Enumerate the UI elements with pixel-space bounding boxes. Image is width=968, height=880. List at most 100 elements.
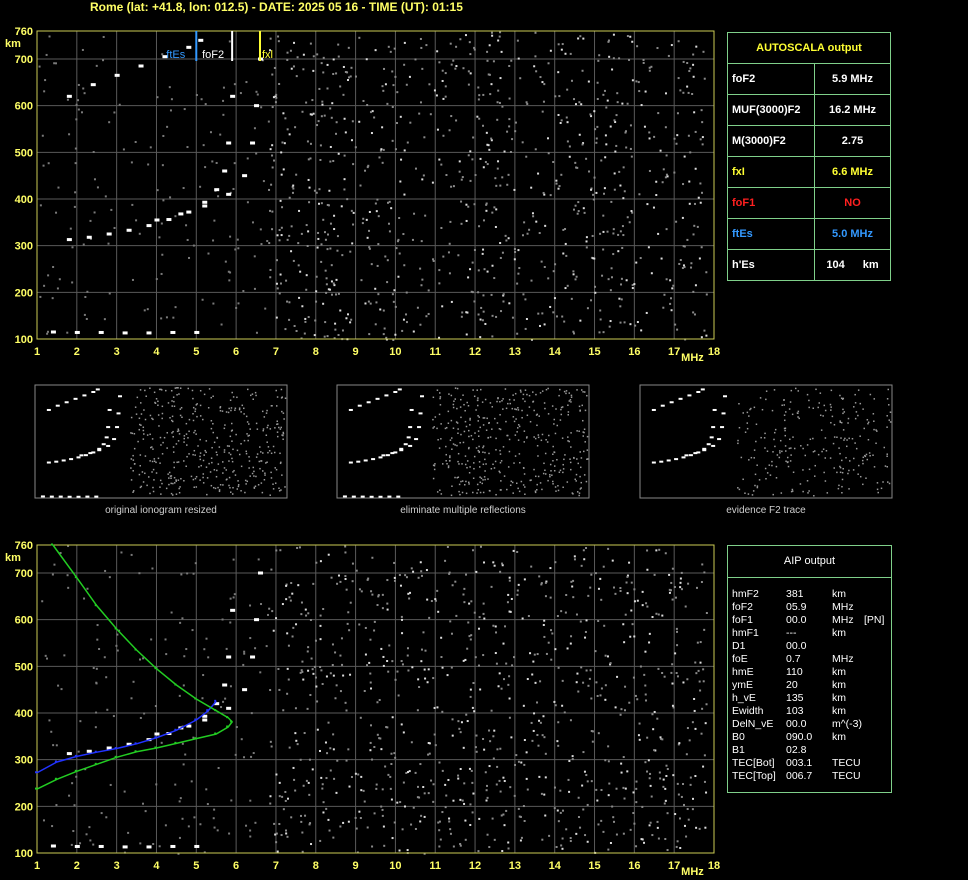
- bottom-noise-point: [449, 620, 452, 623]
- bottom-noise-point: [362, 789, 365, 792]
- top-noise-point: [402, 233, 405, 236]
- top-noise-point: [395, 247, 398, 250]
- thumbnail-noise: [225, 478, 228, 481]
- top-noise-point: [334, 328, 337, 331]
- thumbnail-noise: [452, 406, 455, 409]
- top-noise-point: [315, 290, 318, 293]
- top-noise-point: [623, 321, 626, 324]
- bottom-noise-point: [399, 801, 402, 804]
- thumbnail-noise: [537, 475, 540, 478]
- bottom-noise-point: [249, 835, 252, 838]
- top-noise-point: [291, 191, 294, 194]
- top-noise-point: [502, 293, 505, 296]
- bottom-noise-point: [427, 753, 430, 756]
- thumbnail-noise: [183, 437, 185, 440]
- bottom-noise-point: [551, 632, 554, 635]
- bottom-data-point: [154, 667, 157, 670]
- bottom-noise-point: [590, 780, 593, 783]
- thumbnail-noise: [857, 473, 859, 475]
- aip-name: B1: [732, 744, 745, 756]
- thumbnail-noise: [557, 485, 559, 487]
- bottom-data-point: [250, 655, 256, 659]
- bottom-noise-point: [563, 711, 566, 714]
- thumbnail-noise: [513, 399, 515, 401]
- aip-row: hmE 110 km: [728, 666, 891, 679]
- top-noise-point: [473, 46, 476, 49]
- top-noise-point: [701, 121, 704, 124]
- top-noise-point: [55, 211, 58, 214]
- bottom-noise-point: [689, 776, 692, 779]
- top-noise-point: [510, 59, 513, 62]
- bottom-noise-point: [345, 588, 348, 591]
- top-noise-point: [660, 257, 663, 260]
- thumbnail-noise: [270, 477, 273, 479]
- bottom-noise-point: [704, 826, 707, 829]
- thumbnail-noise: [472, 477, 475, 480]
- thumbnail-noise: [494, 417, 496, 420]
- top-noise-point: [625, 146, 628, 149]
- thumbnail-noise: [765, 398, 767, 401]
- bottom-noise-point: [425, 569, 428, 572]
- thumbnail-noise: [822, 415, 824, 417]
- thumbnail-noise: [153, 458, 156, 460]
- bottom-noise-point: [269, 802, 272, 805]
- thumbnail-noise: [159, 462, 161, 464]
- bottom-noise-point: [72, 830, 75, 833]
- bottom-noise-point: [674, 652, 677, 655]
- top-noise-point: [542, 191, 545, 194]
- thumbnail-noise: [178, 491, 181, 494]
- top-noise-point: [337, 43, 340, 46]
- top-noise-point: [499, 256, 502, 259]
- bottom-noise-point: [373, 620, 376, 623]
- bottom-noise-point: [670, 581, 673, 584]
- thumbnail-noise: [253, 475, 255, 477]
- bottom-noise-point: [331, 664, 334, 667]
- bottom-noise-point: [96, 624, 99, 627]
- top-noise-point: [300, 232, 303, 235]
- top-noise-point: [364, 302, 367, 305]
- bottom-noise-point: [164, 824, 167, 827]
- top-noise-point: [679, 89, 682, 92]
- top-noise-point: [381, 126, 384, 129]
- bottom-data-point: [74, 754, 77, 757]
- thumbnail-noise: [177, 440, 180, 442]
- thumbnail-noise: [545, 438, 547, 441]
- top-noise-point: [596, 98, 599, 101]
- thumbnail-noise: [464, 463, 467, 466]
- thumbnail-noise: [452, 443, 455, 445]
- top-noise-point: [525, 318, 528, 321]
- top-noise-point: [362, 99, 365, 102]
- bottom-noise-point: [620, 708, 623, 711]
- thumbnail-noise: [880, 487, 883, 490]
- bottom-noise-point: [216, 829, 219, 832]
- top-noise-point: [52, 265, 55, 268]
- bottom-noise-point: [554, 561, 557, 564]
- autoscala-label: M(3000)F2: [727, 125, 815, 157]
- bottom-noise-point: [311, 668, 314, 671]
- thumbnail-noise: [749, 408, 751, 411]
- thumbnail-noise: [255, 475, 257, 478]
- bottom-noise-point: [229, 597, 232, 600]
- bottom-noise-point: [393, 561, 396, 564]
- bottom-noise-point: [88, 826, 91, 829]
- bottom-noise-point: [549, 596, 552, 599]
- top-noise-point: [381, 85, 384, 88]
- top-noise-point: [614, 150, 617, 153]
- top-noise-point: [703, 329, 706, 332]
- top-noise-point: [499, 242, 502, 245]
- thumbnail-noise: [526, 393, 528, 396]
- thumbnail-noise: [586, 394, 588, 397]
- top-noise-point: [326, 63, 329, 66]
- bottom-noise-point: [419, 763, 422, 766]
- bottom-noise-point: [609, 842, 612, 845]
- bottom-noise-point: [170, 611, 173, 614]
- thumbnail-noise: [554, 432, 557, 435]
- bottom-noise-point: [675, 627, 678, 630]
- bottom-noise-point: [243, 650, 246, 653]
- thumbnail-point: [659, 460, 664, 463]
- bottom-noise-point: [687, 818, 690, 821]
- thumbnail-noise: [568, 440, 570, 443]
- top-noise-point: [43, 284, 46, 287]
- thumbnail-point: [397, 388, 402, 391]
- thumbnail-noise: [147, 476, 150, 478]
